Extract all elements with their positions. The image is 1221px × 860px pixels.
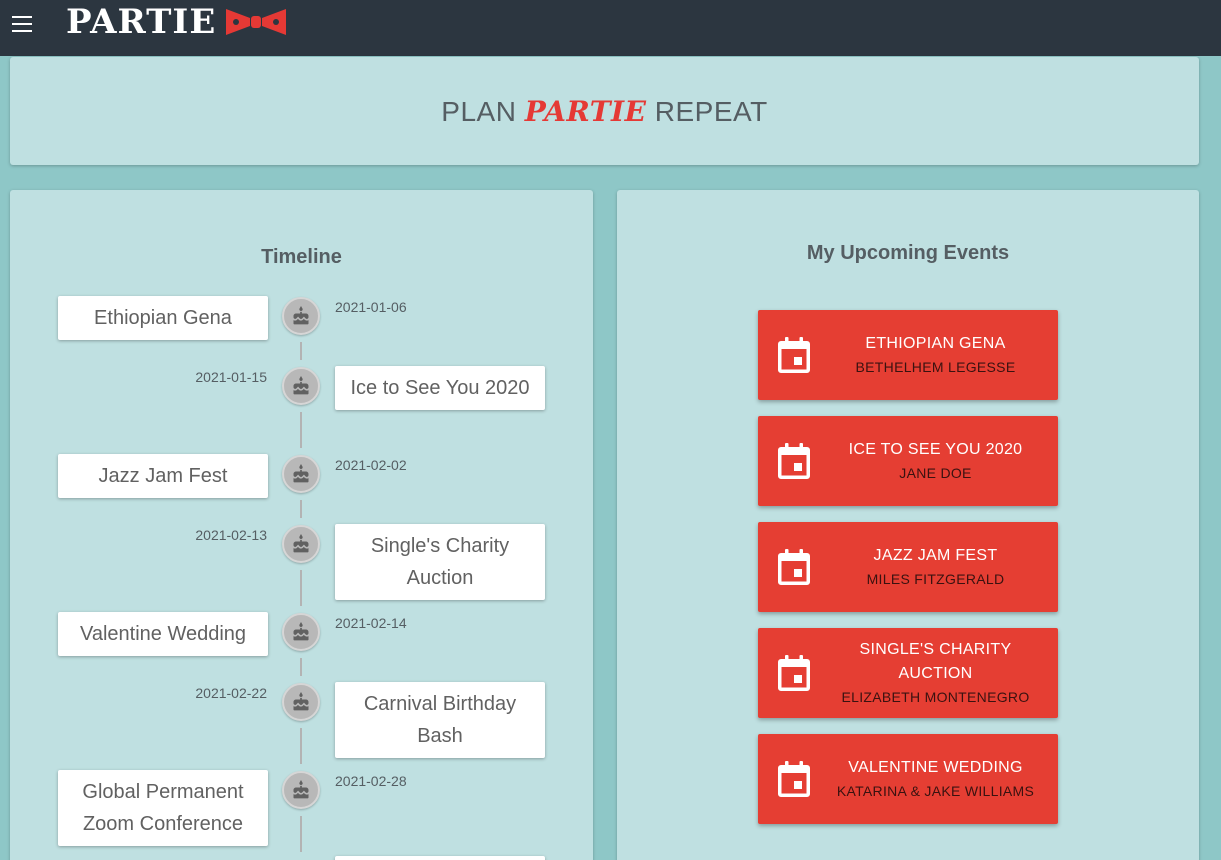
event-host: BETHELHEM LEGESSE [855,359,1016,375]
calendar-icon [778,337,810,373]
event-button[interactable]: ICE TO SEE YOU 2020 JANE DOE [758,416,1058,506]
timeline-date: 2021-02-14 [335,615,407,631]
timeline-connector [300,412,302,448]
timeline-item[interactable]: Single's Charity Auction [335,524,545,600]
cake-icon [282,455,320,493]
tagline-accent: PARTIE [524,95,647,128]
timeline-item[interactable]: Global Permanent Zoom Conference [58,770,268,846]
timeline-item[interactable]: Ice to See You 2020 [335,366,545,410]
cake-icon [282,367,320,405]
timeline-panel: Timeline Ethiopian Gena 2021-01-06 2021-… [10,190,593,860]
calendar-icon [778,761,810,797]
events-title: My Upcoming Events [806,242,1010,264]
timeline-connector [300,728,302,764]
timeline-title: Timeline [261,246,342,268]
cake-icon [282,297,320,335]
timeline-date: 2021-02-22 [195,685,267,701]
tagline-start: PLAN [441,96,517,127]
calendar-icon [778,443,810,479]
brand-name: PARTIE [66,2,217,42]
cake-icon [282,771,320,809]
timeline-item[interactable]: Valentine Wedding [58,612,268,656]
timeline-date: 2021-02-28 [335,773,407,789]
calendar-icon [778,549,810,585]
calendar-icon [778,655,810,691]
event-title: VALENTINE WEDDING [848,759,1023,776]
upcoming-events-panel: My Upcoming Events ETHIOPIAN GENA BETHEL… [617,190,1199,860]
brand-logo[interactable]: PARTIE [66,2,288,42]
cake-icon [282,525,320,563]
event-title: ETHIOPIAN GENA [865,335,1006,352]
timeline-item[interactable]: Ethiopian Gena [58,296,268,340]
event-button[interactable]: VALENTINE WEDDING KATARINA & JAKE WILLIA… [758,734,1058,824]
timeline-date: 2021-01-06 [335,299,407,315]
tagline-end: REPEAT [654,96,768,127]
event-button[interactable]: ETHIOPIAN GENA BETHELHEM LEGESSE [758,310,1058,400]
timeline-item[interactable]: Jazz Jam Fest [58,454,268,498]
bowtie-icon [226,9,287,35]
timeline-connector [300,500,302,518]
timeline-connector [300,658,302,676]
tagline: PLAN PARTIE REPEAT [10,95,1199,128]
event-host: MILES FITZGERALD [866,571,1005,587]
cake-icon [282,613,320,651]
event-title: JAZZ JAM FEST [873,547,998,564]
event-title: ICE TO SEE YOU 2020 [848,441,1023,458]
timeline-connector [300,570,302,606]
timeline-date: 2021-01-15 [195,369,267,385]
menu-icon[interactable] [12,16,32,32]
event-host: ELIZABETH MONTENEGRO [841,689,1030,705]
timeline-item-partial[interactable] [335,856,545,860]
timeline-item[interactable]: Carnival Birthday Bash [335,682,545,758]
cake-icon [282,683,320,721]
event-host: JANE DOE [899,465,972,481]
event-title: SINGLE'S CHARITY AUCTION [859,641,1012,682]
event-button[interactable]: SINGLE'S CHARITY AUCTION ELIZABETH MONTE… [758,628,1058,718]
timeline-connector [300,816,302,852]
timeline-date: 2021-02-02 [335,457,407,473]
hero-banner: PLAN PARTIE REPEAT [10,57,1199,165]
event-host: KATARINA & JAKE WILLIAMS [836,783,1035,799]
event-button[interactable]: JAZZ JAM FEST MILES FITZGERALD [758,522,1058,612]
app-bar: PARTIE [0,0,1221,56]
timeline-connector [300,342,302,360]
timeline-date: 2021-02-13 [195,527,267,543]
